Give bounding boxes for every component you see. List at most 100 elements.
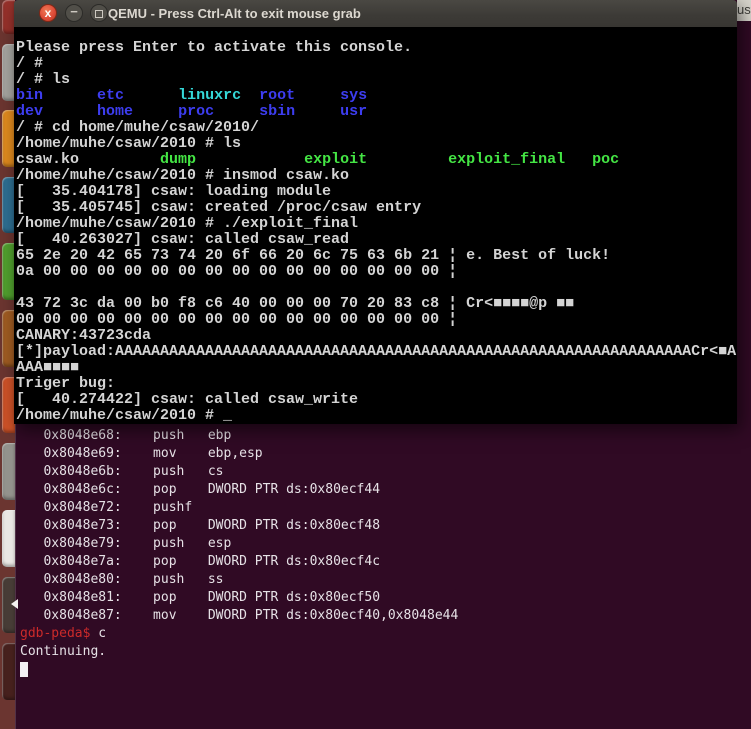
console-text-segment: csaw.ko <box>16 151 79 168</box>
console-text-segment: / # ls <box>16 71 70 88</box>
console-line: /home/muhe/csaw/2010 # _ <box>16 408 737 424</box>
gdb-cursor-line <box>20 661 751 679</box>
console-text-segment: poc <box>592 151 619 168</box>
console-text-segment: [ 35.405745] csaw: created /proc/csaw en… <box>16 199 421 216</box>
console-text-segment: 0a 00 00 00 00 00 00 00 00 00 00 00 00 0… <box>16 263 457 280</box>
console-text-segment <box>565 151 592 168</box>
background-window-text: usy <box>737 2 751 17</box>
console-text-segment <box>241 87 259 104</box>
console-line <box>16 280 737 296</box>
console-text-segment: usr <box>340 103 367 120</box>
qemu-console[interactable]: Please press Enter to activate this cons… <box>14 27 737 424</box>
disassembly-line: 0x8048e81: pop DWORD PTR ds:0x80ecf50 <box>20 589 751 607</box>
gdb-disassembly: 0x8048e68: push ebp 0x8048e69: mov ebp,e… <box>20 427 751 625</box>
console-text-segment: [ 40.274422] csaw: called csaw_write <box>16 391 358 408</box>
console-text-segment: [ 40.263027] csaw: called csaw_read <box>16 231 349 248</box>
console-text-segment: bin <box>16 87 43 104</box>
background-window-fragment[interactable]: usy <box>737 0 751 21</box>
console-line: 00 00 00 00 00 00 00 00 00 00 00 00 00 0… <box>16 312 737 328</box>
console-line: [ 40.263027] csaw: called csaw_read <box>16 232 737 248</box>
console-text-segment: sbin <box>259 103 295 120</box>
disassembly-line: 0x8048e7a: pop DWORD PTR ds:0x80ecf4c <box>20 553 751 571</box>
console-text-segment: exploit <box>304 151 367 168</box>
disassembly-line: 0x8048e69: mov ebp,esp <box>20 445 751 463</box>
console-text-segment: AAA■■■■ <box>16 359 79 376</box>
gdb-output-line: Continuing. <box>20 643 751 661</box>
console-line: /home/muhe/csaw/2010 # ./exploit_final <box>16 216 737 232</box>
console-text-segment: dev <box>16 103 43 120</box>
console-text-segment: dump <box>160 151 196 168</box>
gdb-output-area: 0x8048e68: push ebp 0x8048e69: mov ebp,e… <box>16 424 751 729</box>
minimize-icon: − <box>70 4 78 19</box>
console-text-segment <box>295 87 340 104</box>
console-line: [ 40.274422] csaw: called csaw_write <box>16 392 737 408</box>
console-line: Triger bug: <box>16 376 737 392</box>
unity-launcher <box>0 0 15 729</box>
console-line: 65 2e 20 42 65 73 74 20 6f 66 20 6c 75 6… <box>16 248 737 264</box>
console-text-segment: Please press Enter to activate this cons… <box>16 39 412 56</box>
console-text-segment: root <box>259 87 295 104</box>
console-line: 0a 00 00 00 00 00 00 00 00 00 00 00 00 0… <box>16 264 737 280</box>
disassembly-line: 0x8048e79: push esp <box>20 535 751 553</box>
qemu-window: x − QEMU - Press Ctrl-Alt to exit mouse … <box>14 0 737 424</box>
console-text-segment: /home/muhe/csaw/2010 # insmod csaw.ko <box>16 167 349 184</box>
qemu-titlebar[interactable]: x − QEMU - Press Ctrl-Alt to exit mouse … <box>14 0 737 28</box>
console-text-segment: 43 72 3c da 00 b0 f8 c6 40 00 00 00 70 2… <box>16 295 574 312</box>
minimize-button[interactable]: − <box>65 4 83 22</box>
gdb-command: c <box>98 626 106 641</box>
console-text-segment: Triger bug: <box>16 375 115 392</box>
console-text-segment <box>43 103 97 120</box>
console-text-segment: 00 00 00 00 00 00 00 00 00 00 00 00 00 0… <box>16 311 457 328</box>
close-button[interactable]: x <box>39 4 57 22</box>
console-line: [*]payload:AAAAAAAAAAAAAAAAAAAAAAAAAAAAA… <box>16 344 737 360</box>
console-text-segment: CANARY:43723cda <box>16 327 151 344</box>
console-line: / # cd home/muhe/csaw/2010/ <box>16 120 737 136</box>
console-line: /home/muhe/csaw/2010 # ls <box>16 136 737 152</box>
console-text-segment: 65 2e 20 42 65 73 74 20 6f 66 20 6c 75 6… <box>16 247 610 264</box>
console-text-segment <box>196 151 304 168</box>
console-line: /home/muhe/csaw/2010 # insmod csaw.ko <box>16 168 737 184</box>
console-text-segment <box>367 151 448 168</box>
console-text-segment: [ 35.404178] csaw: loading module <box>16 183 331 200</box>
console-text-segment: etc <box>97 87 124 104</box>
desktop: 0x8048e68: push ebp 0x8048e69: mov ebp,e… <box>0 0 751 729</box>
disassembly-line: 0x8048e6c: pop DWORD PTR ds:0x80ecf44 <box>20 481 751 499</box>
console-text-segment <box>43 87 97 104</box>
console-text-segment <box>214 103 259 120</box>
disassembly-line: 0x8048e73: pop DWORD PTR ds:0x80ecf48 <box>20 517 751 535</box>
console-line: 43 72 3c da 00 b0 f8 c6 40 00 00 00 70 2… <box>16 296 737 312</box>
console-text-segment <box>79 151 160 168</box>
disassembly-line: 0x8048e72: pushf <box>20 499 751 517</box>
console-text-segment <box>133 103 178 120</box>
gdb-prompt-line[interactable]: gdb-peda$ c <box>20 625 751 643</box>
maximize-button[interactable] <box>90 4 108 22</box>
window-title: QEMU - Press Ctrl-Alt to exit mouse grab <box>108 0 361 27</box>
console-line: bin etc linuxrc root sys <box>16 88 737 104</box>
console-text-segment: /home/muhe/csaw/2010 # ls <box>16 135 241 152</box>
maximize-icon <box>95 10 103 18</box>
close-icon: x <box>45 6 52 20</box>
console-text-segment <box>124 87 178 104</box>
console-text-segment: /home/muhe/csaw/2010 # <box>16 407 223 424</box>
console-line: CANARY:43723cda <box>16 328 737 344</box>
console-text-segment: home <box>97 103 133 120</box>
disassembly-line: 0x8048e87: mov DWORD PTR ds:0x80ecf40,0x… <box>20 607 751 625</box>
console-text-segment: sys <box>340 87 367 104</box>
console-text-segment: / # <box>16 55 43 72</box>
console-line: dev home proc sbin usr <box>16 104 737 120</box>
gimp-icon[interactable] <box>2 443 15 500</box>
console-text-segment: [*]payload:AAAAAAAAAAAAAAAAAAAAAAAAAAAAA… <box>16 343 736 360</box>
text-editor-icon[interactable] <box>2 510 15 567</box>
disassembly-line: 0x8048e80: push ss <box>20 571 751 589</box>
console-line: csaw.ko dump exploit exploit_final poc <box>16 152 737 168</box>
console-text-segment: linuxrc <box>178 87 241 104</box>
console-text-segment: / # cd home/muhe/csaw/2010/ <box>16 119 259 136</box>
console-line: Please press Enter to activate this cons… <box>16 40 737 56</box>
console-text-segment <box>295 103 340 120</box>
focused-app-arrow-icon <box>11 599 18 609</box>
console-line: [ 35.404178] csaw: loading module <box>16 184 737 200</box>
console-text-segment: /home/muhe/csaw/2010 # ./exploit_final <box>16 215 358 232</box>
app-darkred-icon[interactable] <box>2 643 15 700</box>
console-line: [ 35.405745] csaw: created /proc/csaw en… <box>16 200 737 216</box>
console-text-segment: proc <box>178 103 214 120</box>
